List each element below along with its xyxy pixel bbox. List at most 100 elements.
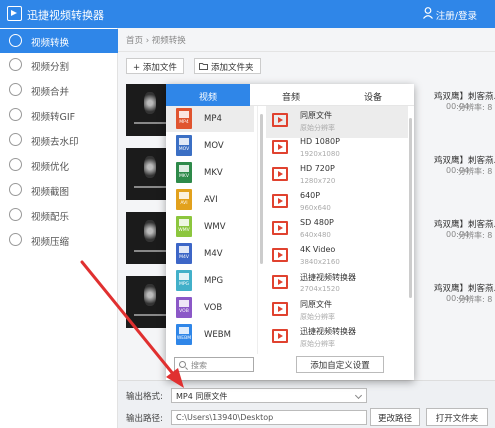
format-item-vob[interactable]: VOB VOB	[166, 295, 254, 321]
quality-name: 迅捷视频转换器	[300, 327, 356, 336]
quality-resolution: 1280x720	[300, 177, 336, 185]
sidebar-item-gif[interactable]: 视频转GIF	[0, 103, 118, 127]
tab-audio[interactable]: 音频	[250, 84, 332, 106]
quality-resolution: 960x640	[300, 204, 331, 212]
m4v-file-icon: M4V	[176, 243, 192, 264]
tab-device[interactable]: 设备	[332, 84, 414, 106]
wmv-file-icon: WMV	[176, 216, 192, 237]
search-placeholder: 搜索	[191, 361, 207, 370]
file-resolution: 分辨率: 8	[458, 295, 493, 304]
format-label: MPG	[204, 276, 224, 286]
sidebar-item-compress[interactable]: 视频压缩	[0, 228, 118, 252]
format-item-wmv[interactable]: WMV WMV	[166, 214, 254, 240]
format-item-webm[interactable]: WEBM WEBM	[166, 322, 254, 348]
sidebar-item-convert[interactable]: 视频转换	[0, 29, 118, 53]
title-bar: 迅捷视频转换器 注册/登录	[0, 0, 495, 28]
format-label: MP4	[204, 114, 222, 124]
sidebar-item-merge[interactable]: 视频合并	[0, 78, 118, 102]
add-file-button[interactable]: + 添加文件	[126, 58, 184, 74]
avi-file-icon: AVI	[176, 189, 192, 210]
format-label: WEBM	[204, 330, 231, 340]
app-title: 迅捷视频转换器	[27, 9, 104, 22]
quality-list-scrollbar[interactable]	[409, 118, 412, 298]
quality-list: 同原文件 原始分辨率 HD 1080P 1920x1080 HD 720P 12…	[266, 106, 414, 354]
tab-video[interactable]: 视频	[166, 84, 250, 106]
add-custom-setting-button[interactable]: 添加自定义设置	[296, 356, 384, 373]
sidebar-item-label: 视频压缩	[31, 237, 70, 248]
format-item-avi[interactable]: AVI AVI	[166, 187, 254, 213]
sidebar-item-label: 视频转GIF	[31, 112, 76, 123]
quality-name: HD 1080P	[300, 137, 340, 146]
split-icon	[9, 58, 22, 71]
open-folder-button[interactable]: 打开文件夹	[426, 408, 488, 426]
format-item-m4v[interactable]: M4V M4V	[166, 241, 254, 267]
video-file-icon	[272, 140, 288, 154]
format-item-mpg[interactable]: MPG MPG	[166, 268, 254, 294]
folder-icon	[199, 63, 208, 70]
add-folder-button[interactable]: 添加文件夹	[194, 58, 261, 74]
file-name: 鸡双鹰】刺客燕...! .m	[434, 156, 495, 166]
file-resolution: 分辨率: 8	[458, 167, 493, 176]
merge-icon	[9, 83, 22, 96]
watermark-icon	[9, 133, 22, 146]
video-file-icon	[272, 275, 288, 289]
convert-icon	[9, 34, 22, 47]
quality-name: 迅捷视频转换器	[300, 273, 356, 282]
quality-name: 同原文件	[300, 111, 332, 120]
quality-name: HD 720P	[300, 164, 335, 173]
quality-name: 同原文件	[300, 300, 332, 309]
quality-name: 640P	[300, 191, 321, 200]
sidebar-item-music[interactable]: 视频配乐	[0, 203, 118, 227]
format-item-mkv[interactable]: MKV MKV	[166, 160, 254, 186]
output-path-field[interactable]: C:\Users\13940\Desktop	[171, 410, 367, 425]
quality-item[interactable]: 迅捷视频转换器 原始分辨率	[266, 322, 408, 354]
sidebar-item-watermark[interactable]: 视频去水印	[0, 128, 118, 152]
quality-name: SD 480P	[300, 218, 334, 227]
format-label: MOV	[204, 141, 224, 151]
output-path-label: 输出路径:	[126, 414, 163, 424]
music-icon	[9, 208, 22, 221]
quality-resolution: 原始分辨率	[300, 340, 335, 348]
quality-resolution: 640x480	[300, 231, 331, 239]
chevron-down-icon	[354, 391, 363, 400]
sidebar-item-label: 视频转换	[31, 38, 70, 49]
mkv-file-icon: MKV	[176, 162, 192, 183]
file-name: 鸡双鹰】刺客燕...! .m	[434, 92, 495, 102]
format-label: WMV	[204, 222, 226, 232]
change-path-button[interactable]: 更改路径	[370, 408, 420, 426]
sidebar-item-label: 视频合并	[31, 87, 70, 98]
quality-resolution: 2704x1520	[300, 285, 340, 293]
output-format-select[interactable]: MP4 同原文件	[171, 388, 367, 403]
format-label: VOB	[204, 303, 223, 313]
output-format-label: 输出格式:	[126, 392, 163, 402]
quality-resolution: 1920x1080	[300, 150, 340, 158]
sidebar-item-screenshot[interactable]: 视频截图	[0, 178, 118, 202]
breadcrumb: 首页 › 视频转换	[126, 36, 186, 46]
video-file-icon	[272, 113, 288, 127]
sidebar: 视频转换 视频分割 视频合并 视频转GIF 视频去水印 视频优化 视频截图 视频…	[0, 28, 118, 428]
quality-resolution: 3840x2160	[300, 258, 340, 266]
login-link[interactable]: 注册/登录	[436, 8, 477, 22]
format-list-scrollbar[interactable]	[260, 114, 263, 264]
format-item-mov[interactable]: MOV MOV	[166, 133, 254, 159]
video-file-icon	[272, 221, 288, 235]
sidebar-item-label: 视频优化	[31, 162, 70, 173]
format-item-mp4[interactable]: MP4 MP4	[166, 106, 254, 132]
video-file-icon	[272, 167, 288, 181]
output-settings-bar: 输出格式: MP4 同原文件 输出路径: C:\Users\13940\Desk…	[118, 380, 495, 428]
sidebar-item-label: 视频截图	[31, 187, 70, 198]
format-list: MP4 MP4 MOV MOV MKV MKV AVI AVI WMV WMV …	[166, 106, 258, 354]
output-format-value: MP4 同原文件	[176, 392, 228, 401]
format-label: M4V	[204, 249, 223, 259]
sidebar-item-split[interactable]: 视频分割	[0, 53, 118, 77]
file-name: 鸡双鹰】刺客燕...! .m	[434, 220, 495, 230]
sidebar-item-label: 视频分割	[31, 62, 70, 73]
mpg-file-icon: MPG	[176, 270, 192, 291]
file-resolution: 分辨率: 8	[458, 231, 493, 240]
sidebar-item-optimize[interactable]: 视频优化	[0, 153, 118, 177]
quality-name: 4K Video	[300, 245, 336, 254]
app-logo-icon	[7, 6, 22, 21]
screenshot-icon	[9, 183, 22, 196]
format-search-input[interactable]: 搜索	[174, 357, 254, 372]
quality-resolution: 原始分辨率	[300, 313, 335, 321]
